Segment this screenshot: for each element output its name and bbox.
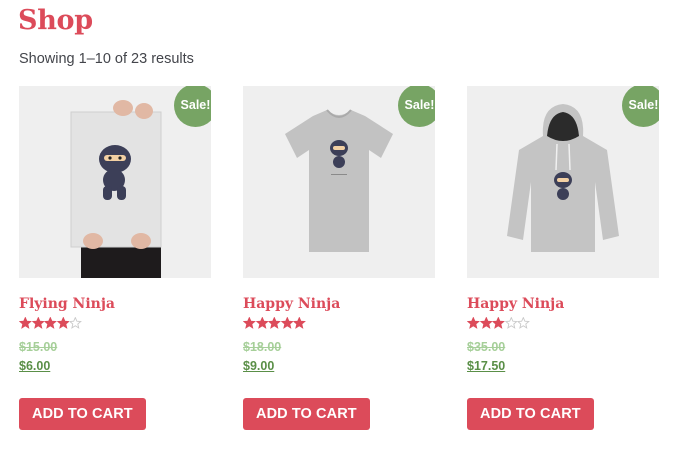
product-name-link[interactable]: Happy Ninja bbox=[467, 296, 564, 312]
product-image-hoodie[interactable]: Sale! bbox=[467, 86, 659, 278]
star-filled-icon bbox=[44, 317, 57, 329]
regular-price: $15.00 bbox=[19, 340, 58, 354]
regular-price: $18.00 bbox=[243, 340, 282, 354]
product-image-poster[interactable]: Sale! bbox=[19, 86, 211, 278]
star-filled-icon bbox=[56, 317, 70, 329]
add-to-cart-button[interactable]: ADD TO CART bbox=[243, 398, 370, 430]
sale-badge: Sale! bbox=[622, 86, 659, 127]
star-empty-icon bbox=[69, 317, 82, 329]
sale-price: $9.00 bbox=[243, 359, 275, 373]
product-card: Sale! Flying Ninja $15.00 $6.00 ADD TO C… bbox=[19, 86, 211, 430]
page-title: Shop bbox=[18, 5, 93, 36]
sale-price: $17.50 bbox=[467, 359, 506, 373]
star-filled-icon bbox=[280, 317, 294, 329]
sale-price: $6.00 bbox=[19, 359, 51, 373]
add-to-cart-button[interactable]: ADD TO CART bbox=[19, 398, 146, 430]
product-card: Sale! Happy Ninja $18.00 $9.00 ADD TO CA… bbox=[243, 86, 435, 430]
shop-page: Shop Showing 1–10 of 23 results Sale! Fl… bbox=[0, 0, 679, 454]
sale-badge: Sale! bbox=[398, 86, 435, 127]
star-filled-icon bbox=[268, 317, 281, 329]
sale-badge: Sale! bbox=[174, 86, 211, 127]
star-filled-icon bbox=[492, 317, 505, 329]
star-filled-icon bbox=[243, 317, 256, 329]
star-filled-icon bbox=[479, 317, 493, 329]
add-to-cart-button[interactable]: ADD TO CART bbox=[467, 398, 594, 430]
star-empty-icon bbox=[504, 317, 518, 329]
star-filled-icon bbox=[293, 317, 306, 329]
star-empty-icon bbox=[517, 317, 530, 329]
regular-price: $35.00 bbox=[467, 340, 506, 354]
product-name-link[interactable]: Happy Ninja bbox=[243, 296, 340, 312]
product-name-link[interactable]: Flying Ninja bbox=[19, 296, 115, 312]
star-rating bbox=[243, 317, 306, 331]
product-card: Sale! Happy Ninja $35.00 $17.50 ADD TO C… bbox=[467, 86, 659, 430]
star-rating bbox=[467, 317, 530, 331]
star-filled-icon bbox=[31, 317, 45, 329]
result-count: Showing 1–10 of 23 results bbox=[19, 51, 194, 67]
star-filled-icon bbox=[467, 317, 480, 329]
star-filled-icon bbox=[255, 317, 269, 329]
star-filled-icon bbox=[19, 317, 32, 329]
product-image-tshirt[interactable]: Sale! bbox=[243, 86, 435, 278]
star-rating bbox=[19, 317, 82, 331]
